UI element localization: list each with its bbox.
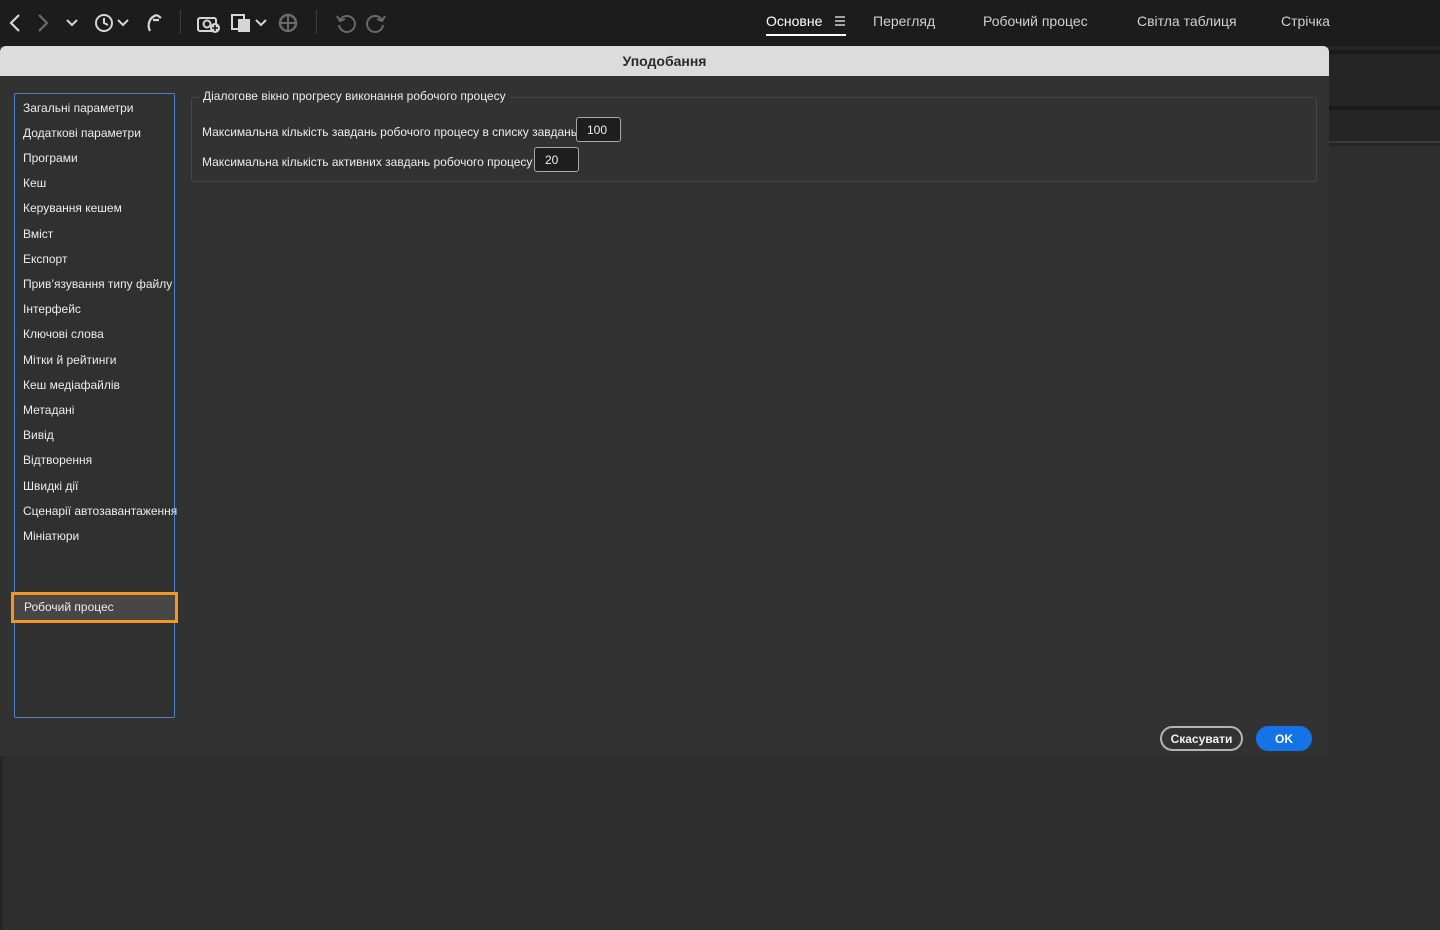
boomerang-icon[interactable]	[142, 10, 164, 36]
sidebar-item-export[interactable]: Експорт	[23, 249, 67, 269]
tab-filmstrip[interactable]: Стрічка	[1281, 13, 1330, 29]
forward-icon[interactable]	[34, 10, 52, 36]
sidebar-item-cache-management[interactable]: Керування кешем	[23, 198, 122, 218]
group-title: Діалогове вікно прогресу виконання робоч…	[199, 89, 510, 103]
app-toolbar: Основне Перегляд Робочий процес Світла т…	[0, 0, 1440, 46]
max-tasks-in-list-label: Максимальна кількість завдань робочого п…	[202, 125, 578, 139]
tab-workflow[interactable]: Робочий процес	[983, 13, 1088, 29]
sidebar-item-keywords[interactable]: Ключові слова	[23, 324, 104, 344]
max-active-tasks-input[interactable]	[534, 147, 579, 172]
max-tasks-in-list-input[interactable]	[576, 117, 621, 142]
sidebar-item-interface[interactable]: Інтерфейс	[23, 299, 81, 319]
cancel-button[interactable]: Скасувати	[1160, 726, 1243, 751]
tab-essentials[interactable]: Основне	[766, 13, 822, 29]
sidebar-item-quick-actions[interactable]: Швидкі дії	[23, 476, 78, 496]
sidebar-item-startup-scripts[interactable]: Сценарії автозавантаження	[23, 501, 177, 521]
ok-button[interactable]: OK	[1256, 726, 1312, 751]
toolbar-separator	[316, 10, 317, 34]
workflow-progress-group	[191, 97, 1317, 182]
tab-light-table[interactable]: Світла таблиця	[1137, 13, 1237, 29]
toolbar-separator	[180, 10, 181, 34]
active-tab-underline	[766, 34, 846, 36]
sidebar-item-workflow[interactable]: Робочий процес	[11, 592, 178, 623]
max-active-tasks-label: Максимальна кількість активних завдань р…	[202, 155, 533, 169]
refine-icon[interactable]	[276, 10, 300, 36]
hamburger-menu-icon[interactable]	[834, 14, 846, 32]
sidebar-item-output[interactable]: Вивід	[23, 425, 54, 445]
dialog-title: Уподобання	[0, 46, 1329, 76]
sidebar-item-general[interactable]: Загальні параметри	[23, 98, 134, 118]
rotate-left-icon[interactable]	[334, 10, 358, 36]
rotate-right-icon[interactable]	[364, 10, 388, 36]
sidebar-item-labels-ratings[interactable]: Мітки й рейтинги	[23, 350, 116, 370]
history-icon[interactable]	[92, 10, 130, 36]
sidebar-item-advanced[interactable]: Додаткові параметри	[23, 123, 141, 143]
sidebar-item-content[interactable]: Вміст	[23, 224, 53, 244]
background-divider	[0, 756, 3, 930]
sidebar-item-file-type-association[interactable]: Прив’язування типу файлу	[23, 274, 172, 294]
copy-stack-icon[interactable]	[230, 10, 268, 36]
preferences-dialog: Уподобання Загальні параметри Додаткові …	[0, 46, 1329, 756]
back-icon[interactable]	[6, 10, 24, 36]
sidebar-item-playback[interactable]: Відтворення	[23, 450, 92, 470]
sidebar-item-media-cache[interactable]: Кеш медіафайлів	[23, 375, 120, 395]
camera-import-icon[interactable]	[196, 10, 222, 36]
sidebar-item-applications[interactable]: Програми	[23, 148, 78, 168]
sidebar-item-cache[interactable]: Кеш	[23, 173, 46, 193]
sidebar-item-label: Робочий процес	[24, 600, 114, 614]
sidebar-item-metadata[interactable]: Метадані	[23, 400, 74, 420]
sidebar-item-thumbnails[interactable]: Мініатюри	[23, 526, 79, 546]
background-panel	[1329, 46, 1440, 146]
chevron-down-icon[interactable]	[64, 10, 80, 36]
preferences-category-list: Загальні параметри Додаткові параметри П…	[14, 93, 177, 718]
tab-preview[interactable]: Перегляд	[873, 13, 935, 29]
